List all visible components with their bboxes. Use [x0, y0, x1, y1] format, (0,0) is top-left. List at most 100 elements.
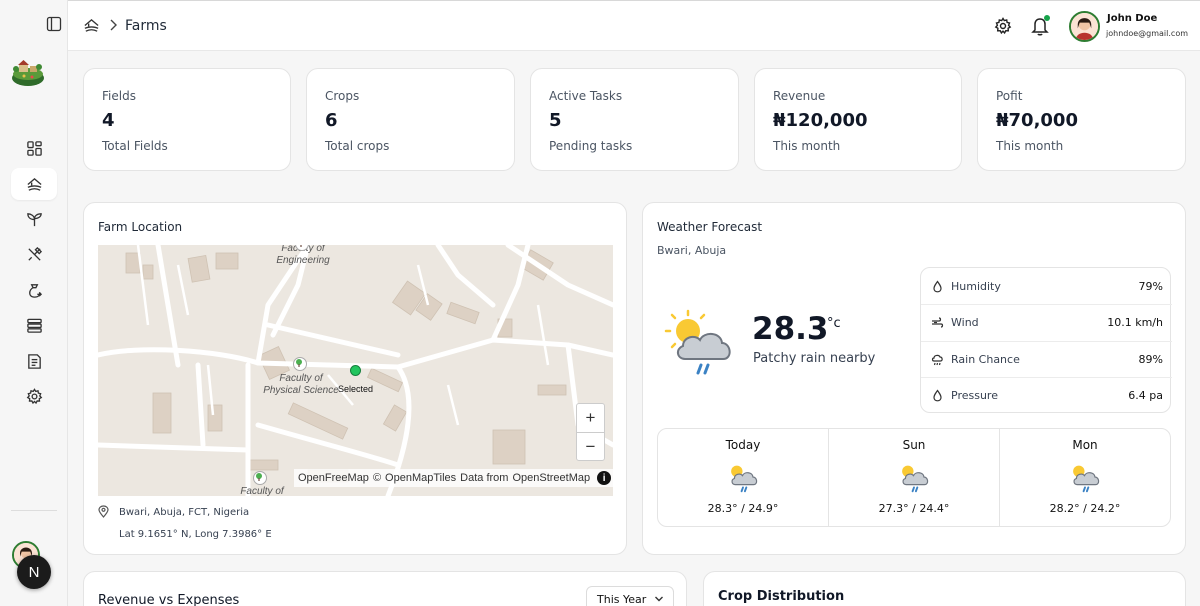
tree-icon	[253, 471, 267, 485]
sidebar-item-crops[interactable]	[11, 203, 57, 235]
current-temperature: 28.3	[752, 311, 829, 347]
sidebar-item-settings[interactable]	[11, 380, 57, 412]
farm-address: Bwari, Abuja, FCT, Nigeria	[119, 507, 250, 518]
stat-card-revenue: Revenue ₦120,000 This month	[754, 68, 962, 171]
user-avatar[interactable]	[1069, 11, 1100, 42]
stat-subtitle: Total crops	[325, 139, 390, 153]
info-icon[interactable]: i	[597, 471, 612, 485]
zoom-in-button[interactable]: +	[577, 404, 604, 432]
sidebar-item-farms[interactable]	[11, 168, 57, 200]
chevron-right-icon	[110, 19, 117, 31]
map-zoom-control: + −	[576, 403, 605, 461]
tree-icon	[293, 357, 307, 371]
map-label-faculty: Faculty of	[240, 486, 284, 496]
stat-label: Crops	[325, 89, 360, 103]
farm-location-card: Farm Location of Engineering Faculty of …	[83, 202, 627, 555]
partly-cloudy-rain-icon	[1073, 465, 1100, 493]
sidebar-item-inventory[interactable]	[11, 309, 57, 341]
stat-subtitle: Total Fields	[102, 139, 168, 153]
sidebar: N	[0, 0, 68, 606]
forecast-temps: 28.2° / 24.2°	[1049, 502, 1121, 515]
attribution-osm-link[interactable]: OpenStreetMap	[512, 472, 590, 484]
stat-value: ₦70,000	[996, 110, 1078, 131]
attribution-openmaptiles-link[interactable]: OpenMapTiles	[385, 472, 456, 484]
sidebar-item-tasks[interactable]	[11, 238, 57, 270]
forecast-temps: 28.3° / 24.9°	[707, 502, 779, 515]
droplet-icon	[933, 279, 942, 292]
map-attribution: OpenFreeMap © OpenMapTiles Data from Ope…	[294, 469, 613, 487]
revenue-vs-expenses-card: Revenue vs Expenses This Year	[83, 571, 687, 606]
card-title: Weather Forecast	[657, 220, 763, 234]
weather-stat-value: 10.1 km/h	[1107, 316, 1163, 329]
dashboard-icon	[26, 140, 42, 156]
avatar-image	[1071, 13, 1098, 40]
stat-value: 6	[325, 110, 338, 131]
droplet-icon	[933, 389, 942, 402]
assistant-button[interactable]: N	[17, 555, 51, 589]
report-icon	[27, 353, 41, 369]
top-header: Farms John Doe johndoe@gmail.com	[68, 0, 1200, 51]
rain-cloud-icon	[931, 354, 943, 366]
gear-icon[interactable]	[994, 17, 1012, 35]
weather-description: Patchy rain nearby	[753, 351, 876, 366]
weather-stat-label: Humidity	[951, 279, 1001, 293]
wind-icon	[932, 317, 944, 328]
stat-value: ₦120,000	[773, 110, 868, 131]
stat-card-tasks: Active Tasks 5 Pending tasks	[530, 68, 739, 171]
forecast-day-label: Today	[725, 438, 761, 452]
sidebar-item-reports[interactable]	[11, 345, 57, 377]
map-label-physical-science: Faculty of Physical Science	[263, 373, 339, 396]
farm-location-marker[interactable]	[350, 365, 361, 376]
attribution-copyright: ©	[372, 472, 382, 484]
period-select[interactable]: This Year	[586, 586, 674, 606]
partly-cloudy-rain-icon	[731, 465, 758, 493]
stat-card-profit: Pofit ₦70,000 This month	[977, 68, 1186, 171]
user-email: johndoe@gmail.com	[1106, 29, 1188, 38]
attribution-openfreemap-link[interactable]: OpenFreeMap	[298, 472, 369, 484]
weather-stats-panel: Humidity 79% Wind 10.1 km/h Rain Chance …	[920, 267, 1172, 413]
page-title: Farms	[125, 18, 167, 34]
stat-label: Fields	[102, 89, 136, 103]
stat-label: Pofit	[996, 89, 1023, 103]
card-title: Farm Location	[98, 220, 183, 234]
forecast-strip: Today 28.3° / 24.9° Sun 27.3° / 24.4° Mo…	[657, 428, 1171, 527]
settings-icon	[26, 387, 42, 404]
forecast-day-label: Mon	[1072, 438, 1098, 452]
stat-card-crops: Crops 6 Total crops	[306, 68, 515, 171]
farm-logo-icon[interactable]	[10, 56, 46, 88]
chevron-down-icon	[655, 596, 664, 602]
temperature-unit: °c	[827, 316, 841, 331]
attribution-data-from: Data from	[460, 472, 509, 484]
weather-stat-label: Wind	[951, 316, 979, 329]
money-bag-icon	[28, 283, 42, 298]
weather-location: Bwari, Abuja	[657, 244, 727, 257]
weather-stat-value: 79%	[1138, 279, 1163, 293]
sidebar-item-finance[interactable]	[11, 274, 57, 306]
stat-label: Active Tasks	[549, 89, 623, 103]
forecast-day-label: Sun	[902, 438, 926, 452]
marker-label: Selected	[338, 384, 374, 394]
weather-stat-pressure: Pressure 6.4 pa	[921, 377, 1172, 413]
stat-label: Revenue	[773, 89, 826, 103]
weather-stat-value: 89%	[1138, 353, 1163, 366]
weather-stat-rain-chance: Rain Chance 89%	[921, 341, 1172, 377]
forecast-day: Sun 27.3° / 24.4°	[828, 429, 999, 526]
farm-map[interactable]: Faculty of Engineering Faculty of Physic…	[98, 245, 613, 496]
sidebar-toggle-icon[interactable]	[46, 16, 62, 32]
stat-value: 4	[102, 110, 115, 131]
user-name: John Doe	[1107, 13, 1158, 24]
tools-icon	[27, 246, 42, 261]
weather-stat-humidity: Humidity 79%	[921, 268, 1172, 304]
farms-icon	[84, 18, 99, 32]
sidebar-item-dashboard[interactable]	[11, 132, 57, 164]
sprout-icon	[26, 212, 42, 226]
card-title: Revenue vs Expenses	[98, 593, 240, 606]
sidebar-divider	[11, 510, 57, 511]
weather-stat-value: 6.4 pa	[1128, 389, 1163, 402]
stack-icon	[26, 318, 42, 333]
forecast-day: Today 28.3° / 24.9°	[658, 429, 828, 526]
zoom-out-button[interactable]: −	[577, 432, 604, 460]
stat-subtitle: This month	[996, 139, 1064, 153]
crop-distribution-card: Crop Distribution	[703, 571, 1186, 606]
stat-subtitle: Pending tasks	[549, 139, 633, 153]
